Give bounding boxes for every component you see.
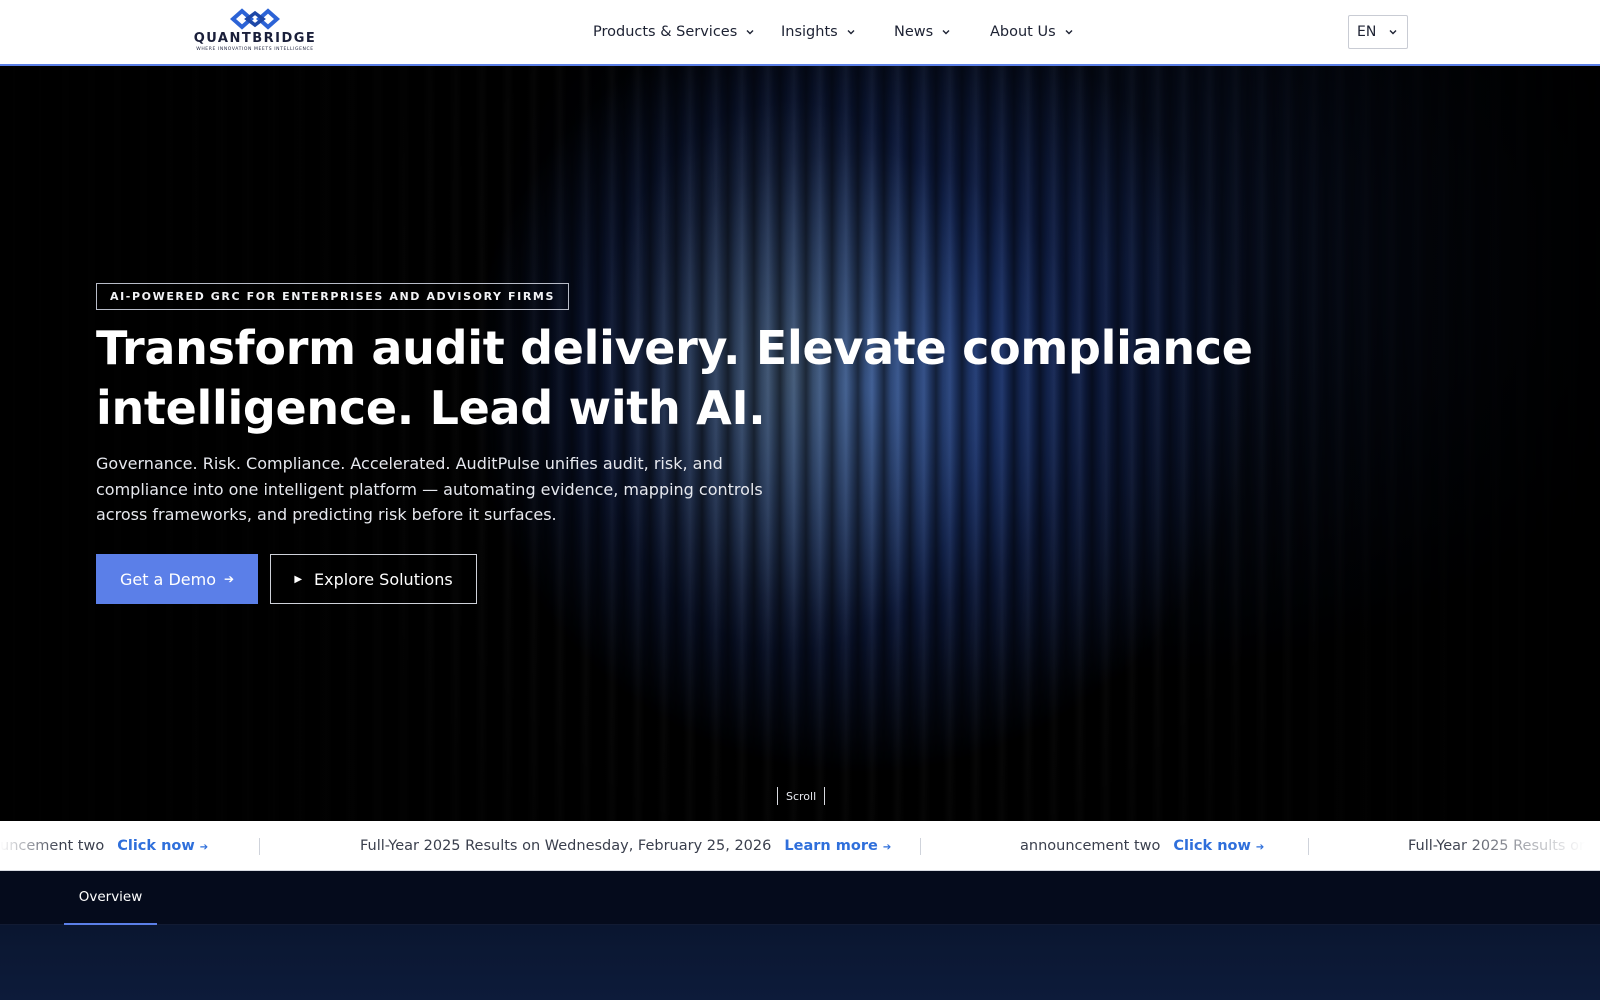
language-value: EN: [1357, 24, 1377, 40]
tab-label: Overview: [78, 889, 143, 905]
brand-logo[interactable]: QUANTBRIDGE WHERE INNOVATION MEETS INTEL…: [194, 8, 316, 56]
arrow-right-icon: ➔: [223, 572, 235, 586]
ticker-divider: [920, 838, 921, 855]
get-demo-label: Get a Demo: [119, 569, 216, 589]
arrow-right-icon: ➔: [1255, 842, 1265, 853]
nav-products-services[interactable]: Products & Services: [593, 21, 755, 43]
hero-subcopy: Governance. Risk. Compliance. Accelerate…: [96, 454, 763, 524]
ticker-link-label: Click now: [117, 838, 195, 854]
ticker-link-label: Learn more: [784, 838, 878, 854]
chevron-down-icon: [746, 30, 754, 35]
scroll-indicator[interactable]: Scroll: [777, 787, 826, 805]
nav-news[interactable]: News: [894, 21, 951, 43]
get-demo-button[interactable]: Get a Demo ➔: [96, 554, 258, 604]
explore-solutions-label: Explore Solutions: [314, 569, 453, 589]
ticker-link[interactable]: Click now ➔: [117, 838, 208, 854]
ticker-item: Full-Year 2025 Results on Wednesday, Feb…: [360, 821, 891, 870]
nav-label: Products & Services: [593, 24, 738, 40]
logo-icon: [230, 8, 280, 30]
ticker-divider: [1308, 838, 1309, 855]
ticker-fade-right: [1450, 821, 1600, 870]
chevron-down-icon: [1065, 30, 1073, 35]
play-icon: ▶: [294, 573, 303, 585]
nav-label: News: [894, 24, 934, 40]
hero-fade-left: [0, 66, 520, 821]
language-selector[interactable]: EN: [1348, 15, 1408, 49]
ticker-item: announcement two Click now ➔: [1020, 821, 1264, 870]
brand-name: QUANTBRIDGE: [193, 31, 317, 46]
brand-tagline: WHERE INNOVATION MEETS INTELLIGENCE: [196, 47, 314, 52]
hero-eyebrow: AI-POWERED GRC FOR ENTERPRISES AND ADVIS…: [96, 283, 569, 310]
explore-solutions-button[interactable]: ▶ Explore Solutions: [270, 554, 477, 604]
announcement-ticker: uncement two Click now➔ Full-Year 2025 R…: [0, 821, 1600, 871]
ticker-link[interactable]: Learn more ➔: [784, 838, 891, 854]
hero-section: AI-POWERED GRC FOR ENTERPRISES AND ADVIS…: [0, 66, 1600, 821]
section-subnav: Overview: [0, 871, 1600, 925]
site-header: QUANTBRIDGE WHERE INNOVATION MEETS INTEL…: [0, 0, 1600, 66]
ticker-fade-left: [0, 821, 60, 870]
chevron-down-icon: [942, 30, 950, 35]
tab-overview[interactable]: Overview: [64, 871, 157, 925]
arrow-right-icon: ➔: [199, 842, 209, 853]
ticker-link-label: Click now: [1173, 838, 1251, 854]
ticker-link[interactable]: Click now ➔: [1173, 838, 1264, 854]
arrow-right-icon: ➔: [882, 842, 892, 853]
overview-section: [0, 925, 1600, 1000]
ticker-text: Full-Year 2025 Results on Wednesday, Feb…: [360, 838, 772, 854]
hero-headline: Transform audit delivery. Elevate compli…: [96, 321, 1253, 435]
nav-about-us[interactable]: About Us: [990, 21, 1074, 43]
chevron-down-icon: [847, 30, 855, 35]
ticker-divider: [259, 838, 260, 855]
chevron-down-icon: [1389, 30, 1397, 35]
ticker-text: announcement two: [1020, 838, 1161, 854]
hero-fade-right: [1220, 66, 1600, 821]
nav-insights[interactable]: Insights: [781, 21, 856, 43]
nav-label: Insights: [781, 24, 838, 40]
scroll-label: Scroll: [786, 789, 817, 803]
nav-label: About Us: [990, 24, 1056, 40]
